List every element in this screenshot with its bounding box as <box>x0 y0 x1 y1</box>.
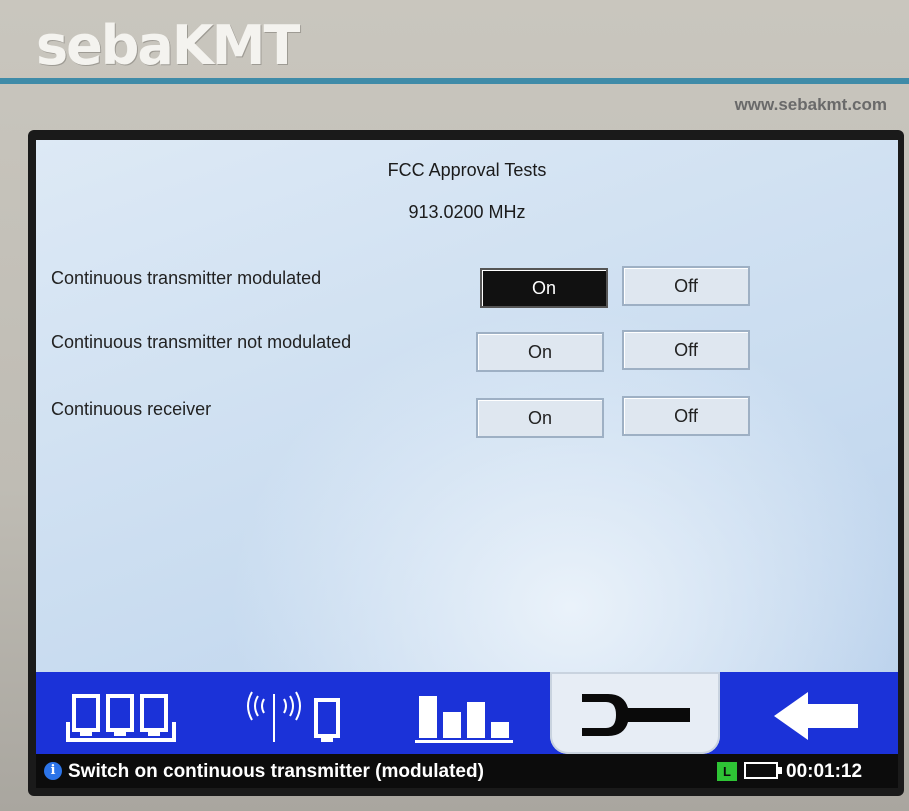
status-bar: i Switch on continuous transmitter (modu… <box>36 754 898 788</box>
toolbar-devices-button[interactable] <box>46 672 196 754</box>
page-title: FCC Approval Tests <box>387 160 547 180</box>
status-message: Switch on continuous transmitter (modula… <box>68 761 484 782</box>
brand-divider <box>0 78 909 84</box>
toolbar-settings-button[interactable] <box>550 672 720 754</box>
brand-url: www.sebakmt.com <box>734 95 887 114</box>
toolbar-graph-button[interactable] <box>391 672 541 754</box>
battery-tip <box>778 767 782 774</box>
receiver-on-button[interactable]: On <box>476 398 604 438</box>
wrench-icon <box>582 694 690 736</box>
brand-logo: sebaKMT <box>36 14 300 77</box>
bar-graph-icon <box>415 696 513 743</box>
transmitter-modulated-on-button[interactable]: On <box>480 268 608 308</box>
device-bezel: sebaKMT www.sebakmt.com FCC Approval Tes… <box>0 0 909 811</box>
screen: FCC Approval Tests 913.0200 MHz Continuo… <box>36 140 898 788</box>
setting-label-transmitter-not-modulated: Continuous transmitter not modulated <box>51 332 352 352</box>
info-icon: i <box>44 762 62 780</box>
wireless-icon <box>247 691 340 742</box>
transmitter-modulated-off-button[interactable]: Off <box>622 266 750 306</box>
elapsed-time: 00:01:12 <box>786 761 863 782</box>
battery-icon <box>744 762 778 779</box>
back-arrow-icon <box>774 692 858 740</box>
transmitter-not-modulated-on-button[interactable]: On <box>476 332 604 372</box>
frequency-readout: 913.0200 MHz <box>408 202 526 222</box>
receiver-off-button[interactable]: Off <box>622 396 750 436</box>
mode-badge: L <box>717 762 737 781</box>
devices-icon <box>66 694 176 742</box>
bottom-toolbar <box>36 672 898 754</box>
toolbar-back-button[interactable] <box>746 672 896 754</box>
setting-label-transmitter-modulated: Continuous transmitter modulated <box>51 268 322 288</box>
transmitter-not-modulated-off-button[interactable]: Off <box>622 330 750 370</box>
toolbar-wireless-button[interactable] <box>216 672 366 754</box>
setting-label-receiver: Continuous receiver <box>51 399 212 419</box>
